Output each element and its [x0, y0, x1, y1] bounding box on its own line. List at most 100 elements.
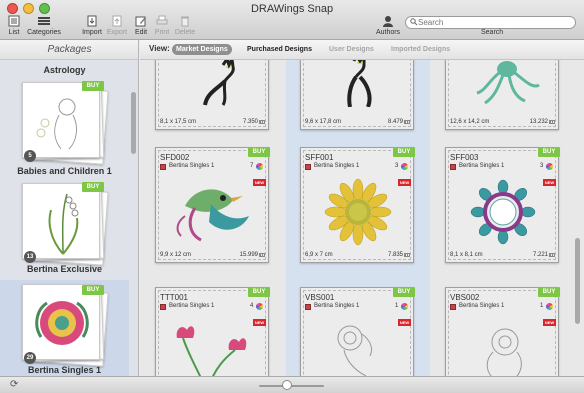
buy-badge[interactable]: BUY — [248, 147, 270, 157]
package-astrology[interactable]: Astrology — [0, 60, 129, 78]
design-code: TTT001 — [160, 293, 189, 302]
design-card[interactable]: 12,6 x 14,2 cm 13.232 — [445, 60, 559, 130]
tab-purchased-designs[interactable]: Purchased Designs — [243, 44, 316, 55]
baby-design-image — [36, 98, 77, 150]
search-input[interactable] — [418, 17, 568, 28]
package-name: Bertina Singles 1 — [27, 365, 102, 375]
list-icon — [4, 15, 24, 29]
package-flag-icon — [450, 164, 456, 170]
design-size: 12,6 x 14,2 cm — [450, 119, 490, 125]
edit-icon — [132, 15, 150, 29]
categories-button[interactable]: Categories — [26, 15, 62, 39]
app-window: DRAWings Snap List Categories Import Exp… — [0, 0, 584, 393]
design-card[interactable]: 8,1 x 17,5 cm 7.350 — [155, 60, 269, 130]
package-thumbnail: BUY 13 — [22, 182, 109, 266]
design-code: SFF001 — [305, 153, 334, 162]
import-label: Import — [82, 29, 102, 36]
octopus-design-image — [476, 61, 540, 105]
slider-knob[interactable] — [282, 380, 292, 390]
design-size: 8,1 x 17,5 cm — [160, 119, 197, 125]
package-name: Bertina Exclusive — [26, 264, 103, 274]
design-code: VBS002 — [450, 293, 480, 302]
package-bertina-exclusive[interactable]: BUY 13 Bertina Exclusive — [0, 181, 129, 278]
buy-badge[interactable]: BUY — [393, 147, 415, 157]
bird-design-image — [176, 189, 249, 242]
design-grid-scrollbar[interactable] — [575, 238, 580, 324]
export-label: Export — [106, 29, 128, 36]
design-code: SFF003 — [450, 153, 479, 162]
list-view-button[interactable]: List — [4, 15, 24, 39]
design-browser: View: Market Designs Purchased Designs U… — [140, 40, 584, 376]
buy-badge[interactable]: BUY — [82, 81, 104, 91]
design-code: SFD002 — [160, 153, 190, 162]
buy-badge[interactable]: BUY — [82, 182, 104, 192]
package-name: Astrology — [43, 65, 86, 75]
cat-design-image — [203, 60, 235, 106]
package-name: Babies and Children 1 — [17, 166, 112, 176]
design-grid: 8,1 x 17,5 cm 7.350 9,6 x 17,8 cm 8.479 — [140, 60, 572, 376]
sidebar-scrollbar[interactable] — [131, 92, 136, 154]
export-button[interactable]: Export — [106, 15, 128, 39]
color-count: 7 — [250, 163, 254, 169]
stitch-count: 8.479 — [387, 119, 403, 125]
design-card[interactable]: VBS002 Bertina Singles 1 1 BUY NEW — [445, 287, 560, 376]
stitches-icon — [259, 120, 265, 124]
import-button[interactable]: Import — [81, 15, 103, 39]
stitch-count: 7.221 — [532, 252, 548, 258]
buy-badge[interactable]: BUY — [248, 287, 270, 297]
design-package: Bertina Singles 1 — [169, 163, 215, 169]
design-count-badge: 5 — [24, 150, 36, 162]
rose-outline-design-image — [486, 328, 522, 376]
package-bertina-singles-1[interactable]: BUY 29 Bertina Singles 1 — [0, 280, 129, 376]
design-package: Bertina Singles 1 — [459, 303, 505, 309]
design-card[interactable]: 9,6 x 17,8 cm 8.479 — [300, 60, 414, 130]
design-card[interactable]: SFD002 Bertina Singles 1 7 BUY NEW 9,9 x… — [155, 147, 270, 263]
tab-market-designs[interactable]: Market Designs — [172, 44, 232, 55]
design-size: 9,6 x 17,8 cm — [305, 119, 342, 125]
buy-badge[interactable]: BUY — [393, 287, 415, 297]
stitch-count: 15.999 — [239, 252, 258, 258]
toolbar: DRAWings Snap List Categories Import Exp… — [0, 0, 584, 40]
packages-header: Packages — [0, 40, 138, 60]
print-button[interactable]: Print — [153, 15, 171, 39]
design-count-badge: 29 — [24, 352, 36, 364]
package-flag-icon — [305, 164, 311, 170]
buy-badge[interactable]: BUY — [538, 147, 560, 157]
wreath-design-image — [470, 179, 536, 245]
status-bar: ⟳ — [0, 376, 584, 393]
design-size: 8,1 x 8,1 cm — [450, 252, 483, 258]
design-package: Bertina Singles 1 — [314, 163, 360, 169]
buy-badge[interactable]: BUY — [82, 285, 104, 295]
color-count: 4 — [250, 303, 254, 309]
tab-user-designs[interactable]: User Designs — [325, 44, 378, 55]
design-card[interactable]: TTT001 Bertina Singles 1 4 BUY NEW — [155, 287, 270, 376]
design-card[interactable]: SFF001 Bertina Singles 1 3 BUY NEW 6,9 x… — [300, 147, 415, 263]
categories-icon — [26, 15, 62, 29]
color-count: 3 — [395, 163, 399, 169]
edit-button[interactable]: Edit — [132, 15, 150, 39]
buy-badge[interactable]: BUY — [538, 287, 560, 297]
stitches-icon — [549, 120, 555, 124]
stitch-count: 13.232 — [529, 119, 548, 125]
stitches-icon — [259, 253, 265, 257]
search-box[interactable] — [405, 16, 576, 29]
package-babies-and-children[interactable]: BUY 5 Babies and Children 1 — [0, 80, 129, 178]
printer-icon — [153, 15, 171, 29]
refresh-icon[interactable]: ⟳ — [10, 380, 18, 390]
authors-button[interactable]: Authors — [374, 15, 402, 39]
floral-design-image — [35, 301, 89, 345]
color-wheel-icon — [256, 163, 263, 170]
stitches-icon — [549, 253, 555, 257]
view-bar: View: Market Designs Purchased Designs U… — [140, 40, 584, 60]
list-view-label: List — [8, 29, 20, 36]
stitches-icon — [404, 120, 410, 124]
design-package: Bertina Singles 1 — [459, 163, 505, 169]
design-card[interactable]: VBS001 Bertina Singles 1 1 BUY NEW — [300, 287, 415, 376]
delete-button[interactable]: Delete — [174, 15, 196, 39]
tab-imported-designs[interactable]: Imported Designs — [387, 44, 454, 55]
color-wheel-icon — [401, 163, 408, 170]
package-thumbnail: BUY 29 — [22, 284, 109, 367]
design-card[interactable]: SFF003 Bertina Singles 1 3 BUY NEW 8,1 x… — [445, 147, 560, 263]
color-wheel-icon — [546, 163, 553, 170]
color-wheel-icon — [546, 303, 553, 310]
